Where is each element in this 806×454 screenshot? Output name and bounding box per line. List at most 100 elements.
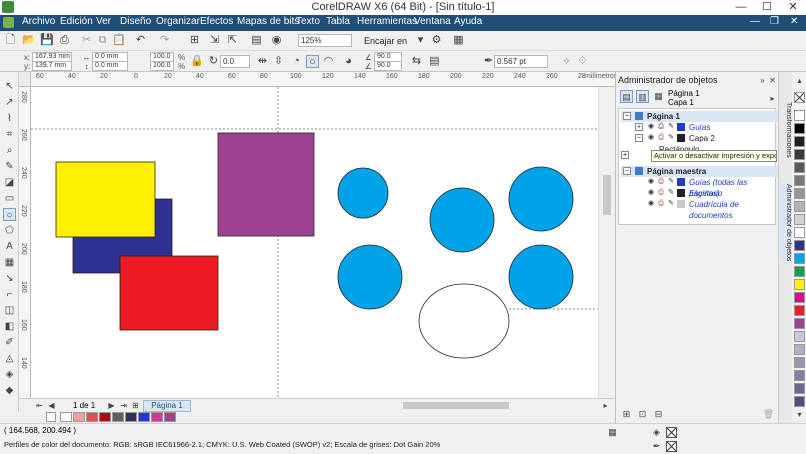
color-swatch[interactable]	[794, 331, 805, 342]
snap-to-dropdown[interactable]: Encajar en	[364, 36, 407, 46]
red-rectangle[interactable]	[119, 255, 219, 331]
shape-tool-icon[interactable]: ↗	[3, 96, 16, 109]
menu-ventana[interactable]: Ventana	[414, 16, 451, 27]
color-swatch[interactable]	[794, 188, 805, 199]
new-master-all-icon[interactable]: ⊟	[652, 408, 665, 421]
transparency-tool-icon[interactable]: ◧	[3, 320, 16, 333]
fill-status-icon[interactable]: ◈	[650, 426, 663, 439]
horizontal-ruler[interactable]: 60 40 20 0 20 40 60 80 100 120 140 160 1…	[31, 72, 618, 87]
color-swatch[interactable]	[112, 412, 124, 422]
printer-icon[interactable]: ⎙	[657, 189, 665, 197]
polygon-tool-icon[interactable]: ⬠	[3, 224, 16, 237]
color-swatch[interactable]	[794, 136, 805, 147]
menu-texto[interactable]: Texto	[296, 16, 320, 27]
drawing-canvas[interactable]	[31, 87, 598, 398]
pie-mode-icon[interactable]: ◕	[342, 55, 355, 68]
menu-mapas-de-bits[interactable]: Mapas de bits	[237, 16, 299, 27]
pie-icon[interactable]: ◔	[290, 55, 303, 68]
layer-view-icon[interactable]: ▦	[652, 90, 665, 103]
color-swatch[interactable]	[794, 253, 805, 264]
pick-tool-icon[interactable]: ↖	[3, 80, 16, 93]
expand-toggle-icon[interactable]: +	[621, 151, 629, 159]
eye-icon[interactable]: ◉	[647, 200, 655, 208]
show-properties-icon[interactable]: ▤	[620, 90, 633, 103]
tab-transformaciones[interactable]: Transformaciones	[780, 102, 792, 158]
close-button[interactable]: ✕	[780, 0, 806, 15]
application-launcher-icon[interactable]: ◉	[270, 34, 283, 47]
smear-tool-icon[interactable]: ⌇	[3, 112, 16, 125]
color-swatch[interactable]	[794, 305, 805, 316]
color-swatch[interactable]	[138, 412, 150, 422]
end-angle-field[interactable]: 90.0	[374, 61, 402, 71]
menu-efectos[interactable]: Efectos	[200, 16, 233, 27]
color-swatch[interactable]	[794, 240, 805, 251]
color-swatch[interactable]	[794, 110, 805, 121]
printer-icon[interactable]: ⎙	[657, 178, 665, 186]
doc-restore-button[interactable]: ❐	[770, 16, 779, 27]
search-content-icon[interactable]: ⊞	[188, 34, 201, 47]
copy-icon[interactable]: ⧉	[96, 34, 109, 47]
publish-pdf-icon[interactable]: ▤	[250, 34, 263, 47]
convert-curves-icon[interactable]: ⟡	[560, 55, 573, 68]
direction-icon[interactable]: ⇆	[410, 55, 423, 68]
mirror-horizontal-icon[interactable]: ⇹	[256, 55, 269, 68]
color-swatch[interactable]	[86, 412, 98, 422]
launcher-icon[interactable]: ▦	[452, 34, 465, 47]
palette-scroll-up-icon[interactable]: ▴	[793, 74, 806, 87]
connector-tool-icon[interactable]: ⌐	[3, 288, 16, 301]
wrap-text-icon[interactable]: ▤	[428, 55, 441, 68]
doc-minimize-button[interactable]: —	[750, 16, 760, 27]
tree-row-cuadricula[interactable]: ◉ ⎙ ✎ Cuadrícula de documentos	[621, 199, 779, 220]
purple-rectangle[interactable]	[217, 132, 315, 237]
zoom-level-select[interactable]: 125%	[298, 34, 352, 47]
new-layer-icon[interactable]: ⊞	[620, 408, 633, 421]
tree-row-pagina-maestra[interactable]: − Página maestra	[621, 166, 779, 177]
layer-manager-icon[interactable]: ▥	[636, 90, 649, 103]
menu-archivo[interactable]: Archivo	[22, 16, 55, 27]
eye-icon[interactable]: ◉	[647, 178, 655, 186]
minimize-button[interactable]: —	[728, 0, 754, 15]
yellow-rectangle[interactable]	[55, 161, 156, 238]
tree-row-guias[interactable]: + ◉ ⎙ ✎ Guías	[621, 122, 779, 133]
eye-icon[interactable]: ◉	[647, 134, 655, 142]
lock-ratio-icon[interactable]: 🔒	[190, 55, 204, 68]
menu-edicion[interactable]: Edición	[60, 16, 93, 27]
pencil-icon[interactable]: ✎	[667, 189, 675, 197]
menu-ayuda[interactable]: Ayuda	[454, 16, 482, 27]
doc-close-button[interactable]: ✕	[790, 16, 798, 27]
text-tool-icon[interactable]: A	[3, 240, 16, 253]
color-swatch[interactable]	[794, 149, 805, 160]
menu-diseno[interactable]: Diseño	[120, 16, 151, 27]
color-swatch[interactable]	[794, 318, 805, 329]
ellipse-tool-icon[interactable]: ○	[3, 208, 16, 221]
pencil-icon[interactable]: ✎	[667, 134, 675, 142]
eye-icon[interactable]: ◉	[647, 189, 655, 197]
color-swatch[interactable]	[794, 227, 805, 238]
color-swatch[interactable]	[794, 214, 805, 225]
crop-tool-icon[interactable]: ⌗	[3, 128, 16, 141]
redo-icon[interactable]: ↷	[158, 34, 171, 47]
vertical-ruler[interactable]: 280 260 240 220 200 180 160 140	[19, 87, 31, 398]
rectangle-tool-icon[interactable]: ▭	[3, 192, 16, 205]
table-tool-icon[interactable]: ▦	[3, 256, 16, 269]
export-icon[interactable]: ⇱	[226, 34, 239, 47]
smart-fill-icon[interactable]: ◪	[3, 176, 16, 189]
color-profile-info[interactable]: Perfiles de color del documento: RGB: sR…	[4, 440, 440, 449]
white-ellipse[interactable]	[418, 283, 510, 359]
fill-none-swatch[interactable]	[666, 427, 677, 438]
color-swatch[interactable]	[125, 412, 137, 422]
vertical-scroll-thumb[interactable]	[603, 175, 611, 215]
scroll-right-icon[interactable]: ▸	[599, 399, 612, 412]
printer-icon[interactable]: ⎙	[657, 134, 665, 142]
outline-none-swatch[interactable]	[666, 441, 677, 452]
collapse-toggle-icon[interactable]: −	[623, 112, 631, 120]
color-swatch[interactable]	[794, 175, 805, 186]
tree-row-pagina-1[interactable]: − Página 1	[621, 111, 779, 122]
rotation-field[interactable]: 0.0	[220, 55, 250, 68]
tree-row-capa-2[interactable]: − ◉ ⎙ ✎ Capa 2	[621, 133, 779, 144]
arc-icon[interactable]: ◠	[322, 55, 335, 68]
ruler-corner[interactable]	[19, 72, 31, 87]
outline-width-field[interactable]: 0.567 pt	[494, 55, 548, 68]
import-icon[interactable]: ⇲	[208, 34, 221, 47]
menu-tabla[interactable]: Tabla	[326, 16, 350, 27]
